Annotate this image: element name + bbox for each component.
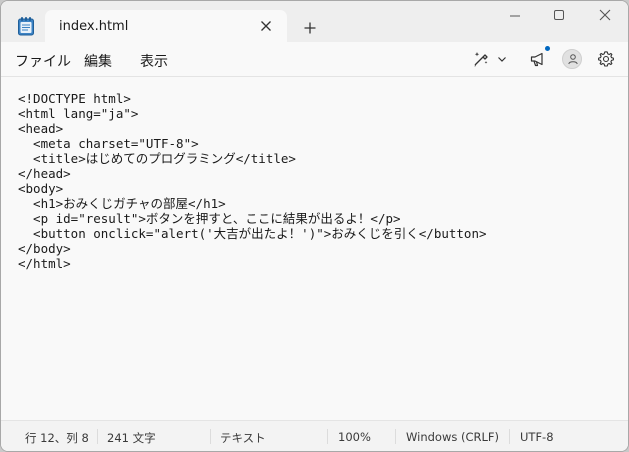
menu-file[interactable]: ファイル (15, 51, 71, 71)
code-line: <body> (18, 181, 64, 196)
title-bar[interactable]: index.html (1, 1, 628, 42)
notification-dot (545, 46, 550, 51)
megaphone-icon[interactable] (529, 50, 547, 68)
code-line: <!DOCTYPE html> (18, 91, 131, 106)
account-avatar[interactable] (562, 49, 582, 69)
code-line: <h1>おみくじガチャの部屋</h1> (18, 196, 226, 211)
tab-title: index.html (59, 19, 129, 34)
code-line: <html lang="ja"> (18, 106, 139, 121)
code-line: <button onclick="alert('大吉が出たよ！')">おみくじを… (18, 226, 487, 241)
code-line: <meta charset="UTF-8"> (18, 136, 199, 151)
status-char-count: 241 文字 (107, 431, 156, 445)
code-line: <p id="result">ボタンを押すと、ここに結果が出るよ！</p> (18, 211, 401, 226)
tab-index-html[interactable]: index.html (45, 10, 287, 42)
close-icon[interactable] (597, 7, 613, 23)
notepad-window: index.html ファイル 編集 表示 <!DOCTYPE html> <h… (0, 0, 629, 452)
status-bar: 行 12、列 8 241 文字 テキスト 100% Windows (CRLF)… (1, 420, 628, 451)
code-line: </head> (18, 166, 71, 181)
minimize-icon[interactable] (507, 7, 523, 23)
status-divider (210, 429, 211, 444)
status-file-type: テキスト (220, 431, 266, 445)
close-icon[interactable] (259, 19, 273, 33)
chevron-down-icon[interactable] (497, 54, 507, 64)
copilot-pen-icon[interactable] (472, 50, 490, 68)
status-cursor-position[interactable]: 行 12、列 8 (25, 430, 89, 446)
status-divider (327, 429, 328, 444)
code-line: </body> (18, 241, 71, 256)
maximize-icon[interactable] (551, 7, 567, 23)
code-line: </html> (18, 256, 71, 271)
text-editor[interactable]: <!DOCTYPE html> <html lang="ja"> <head> <m… (1, 77, 628, 420)
menu-view[interactable]: 表示 (140, 51, 168, 71)
gear-icon[interactable] (597, 50, 615, 68)
status-divider (97, 429, 98, 444)
editor-content[interactable]: <!DOCTYPE html> <html lang="ja"> <head> <m… (18, 91, 487, 271)
status-divider (395, 429, 396, 444)
status-zoom[interactable]: 100% (338, 430, 371, 444)
menu-bar: ファイル 編集 表示 (1, 42, 628, 77)
plus-icon[interactable] (303, 21, 317, 35)
code-line: <head> (18, 121, 64, 136)
status-line-ending[interactable]: Windows (CRLF) (406, 430, 499, 444)
menu-edit[interactable]: 編集 (84, 51, 112, 71)
code-line: <title>はじめてのプログラミング</title> (18, 151, 296, 166)
status-encoding[interactable]: UTF-8 (520, 430, 554, 444)
notepad-icon (18, 17, 34, 36)
status-divider (509, 429, 510, 444)
person-icon (568, 54, 578, 65)
